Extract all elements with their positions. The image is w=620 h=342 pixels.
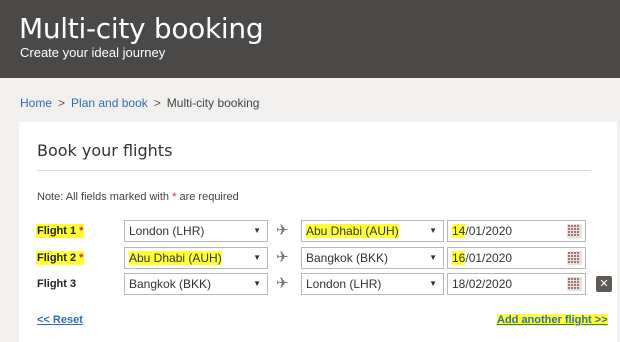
flight-row-2: Flight 2 * Abu Dhabi (AUH) ▼ ✈ Bangkok (…	[19, 247, 617, 271]
card-title: Book your flights	[37, 141, 173, 160]
flight-1-date-input[interactable]: 14/01/2020	[447, 220, 586, 242]
to-value: Bangkok (BKK)	[306, 251, 389, 265]
flight-1-to-select[interactable]: Abu Dhabi (AUH) ▼	[301, 220, 444, 242]
flight-label-text: Flight 1	[37, 225, 77, 237]
flight-3-date-input[interactable]: 18/02/2020	[447, 273, 586, 295]
date-value: 14/01/2020	[452, 224, 512, 238]
chevron-down-icon: ▼	[253, 226, 261, 235]
flight-2-to-select[interactable]: Bangkok (BKK) ▼	[301, 247, 444, 269]
plane-icon: ✈	[276, 222, 289, 239]
required-note: Note: All fields marked with * are requi…	[37, 191, 239, 203]
date-day: 18	[452, 277, 466, 291]
chevron-down-icon: ▼	[253, 279, 261, 288]
chevron-down-icon: ▼	[429, 226, 437, 235]
note-text-end: are required	[176, 191, 239, 203]
flight-3-from-select[interactable]: Bangkok (BKK) ▼	[124, 273, 268, 295]
breadcrumb-separator: >	[58, 96, 66, 110]
flight-2-date-input[interactable]: 16/01/2020	[447, 247, 586, 269]
reset-link[interactable]: << Reset	[37, 314, 83, 326]
calendar-icon[interactable]	[567, 251, 582, 265]
flight-1-from-select[interactable]: London (LHR) ▼	[124, 220, 268, 242]
date-value: 18/02/2020	[452, 277, 512, 291]
from-value: London (LHR)	[129, 224, 205, 238]
close-icon: ✕	[599, 278, 609, 290]
calendar-icon[interactable]	[567, 277, 582, 291]
date-day: 14	[452, 224, 466, 238]
flight-2-label: Flight 2 *	[36, 251, 85, 265]
breadcrumb: Home > Plan and book > Multi-city booking	[20, 96, 259, 110]
breadcrumb-home[interactable]: Home	[20, 96, 52, 110]
flight-label-text: Flight 2	[37, 252, 77, 264]
flight-row-3: Flight 3 Bangkok (BKK) ▼ ✈ London (LHR) …	[19, 273, 617, 297]
add-another-flight-link[interactable]: Add another flight >>	[497, 314, 608, 326]
breadcrumb-separator: >	[153, 96, 161, 110]
chevron-down-icon: ▼	[429, 253, 437, 262]
date-rest: /01/2020	[465, 224, 513, 238]
date-rest: /01/2020	[465, 251, 513, 265]
required-star: *	[79, 252, 84, 264]
from-value: Abu Dhabi (AUH)	[129, 251, 222, 265]
note-text: Note: All fields marked with	[37, 191, 173, 203]
plane-icon: ✈	[276, 275, 289, 292]
plane-icon: ✈	[276, 249, 289, 266]
to-value: London (LHR)	[306, 277, 382, 291]
booking-card: Book your flights Note: All fields marke…	[19, 122, 617, 342]
breadcrumb-current: Multi-city booking	[166, 96, 260, 110]
breadcrumb-plan-and-book[interactable]: Plan and book	[71, 96, 148, 110]
flight-3-label: Flight 3	[37, 278, 77, 290]
flight-1-label: Flight 1 *	[36, 224, 85, 238]
date-day: 16	[452, 251, 466, 265]
required-star: *	[79, 225, 84, 237]
date-value: 16/01/2020	[452, 251, 512, 265]
divider	[37, 170, 591, 171]
chevron-down-icon: ▼	[253, 253, 261, 262]
page-subtitle: Create your ideal journey	[20, 45, 166, 60]
chevron-down-icon: ▼	[429, 279, 437, 288]
flight-3-to-select[interactable]: London (LHR) ▼	[301, 273, 444, 295]
flight-row-1: Flight 1 * London (LHR) ▼ ✈ Abu Dhabi (A…	[19, 220, 617, 244]
page-title: Multi-city booking	[19, 12, 264, 45]
date-rest: /02/2020	[465, 277, 513, 291]
flight-2-from-select[interactable]: Abu Dhabi (AUH) ▼	[124, 247, 268, 269]
page-header: Multi-city booking Create your ideal jou…	[0, 0, 620, 78]
from-value: Bangkok (BKK)	[129, 277, 212, 291]
calendar-icon[interactable]	[567, 224, 582, 238]
to-value: Abu Dhabi (AUH)	[306, 224, 399, 238]
remove-flight-3-button[interactable]: ✕	[596, 276, 612, 292]
